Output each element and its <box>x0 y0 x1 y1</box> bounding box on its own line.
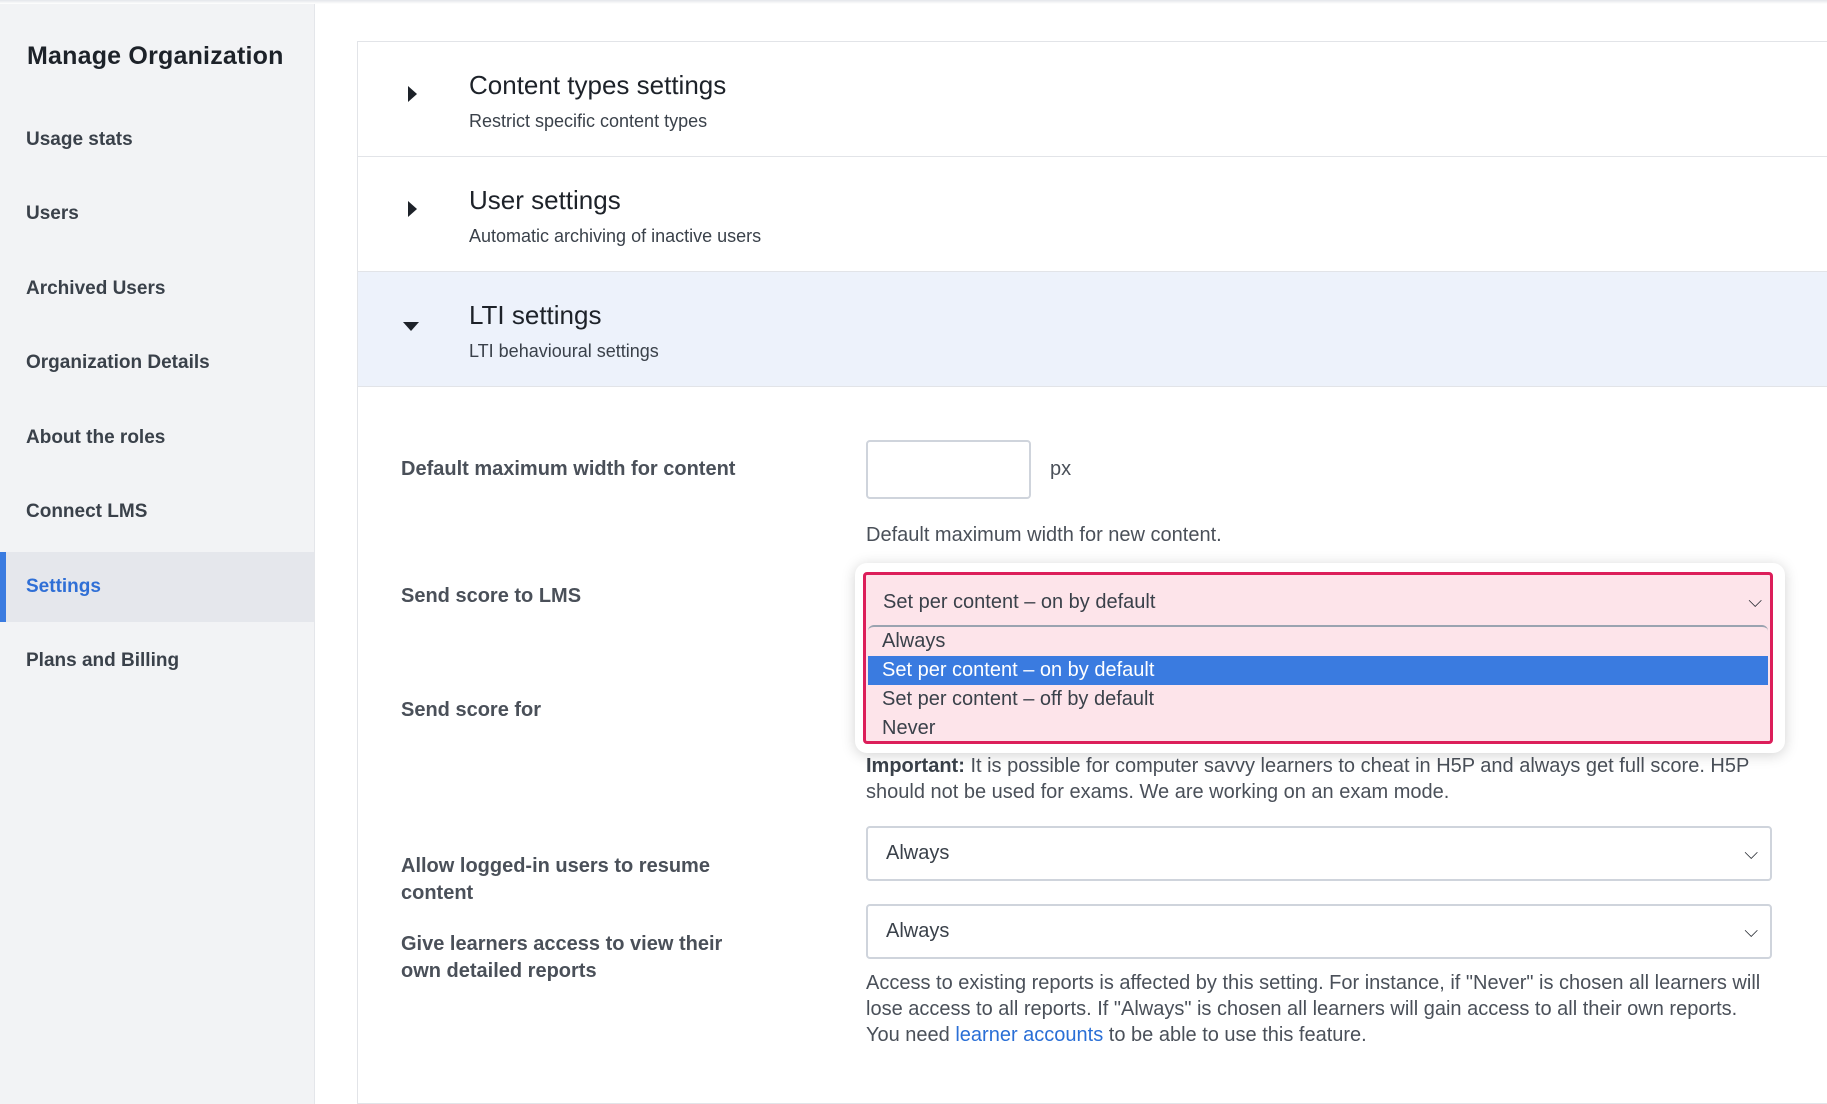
section-user-settings[interactable]: User settings Automatic archiving of ina… <box>358 157 1827 272</box>
sidebar: Manage Organization Usage stats Users Ar… <box>0 0 315 1104</box>
option-never[interactable]: Never <box>868 714 1768 743</box>
sidebar-item-plans-and-billing[interactable]: Plans and Billing <box>0 626 314 696</box>
section-subtitle: LTI behavioural settings <box>469 341 659 361</box>
caret-right-icon <box>408 86 417 102</box>
option-per-content-on[interactable]: Set per content – on by default <box>868 656 1768 685</box>
send-score-for-label: Send score for <box>401 699 542 721</box>
resume-select-value: Always <box>886 842 950 864</box>
max-width-unit: px <box>1050 458 1072 480</box>
max-width-label: Default maximum width for content <box>401 458 736 480</box>
warning-strong: Important: <box>866 755 965 777</box>
option-per-content-off[interactable]: Set per content – off by default <box>868 685 1768 714</box>
max-width-input[interactable] <box>866 440 1031 499</box>
send-score-select[interactable]: Set per content – on by default ⌵ <box>868 577 1768 627</box>
section-content-types-settings[interactable]: Content types settings Restrict specific… <box>358 42 1827 157</box>
sidebar-item-settings[interactable]: Settings <box>0 552 314 622</box>
cheating-warning: Important: It is possible for computer s… <box>866 753 1786 805</box>
resume-select[interactable]: Always ⌵ <box>866 826 1772 881</box>
sidebar-item-about-the-roles[interactable]: About the roles <box>0 403 314 473</box>
chevron-down-icon: ⌵ <box>1748 591 1762 611</box>
sidebar-title: Manage Organization <box>27 42 284 70</box>
top-shadow <box>0 0 1827 4</box>
section-subtitle: Automatic archiving of inactive users <box>469 226 762 246</box>
send-score-options: Always Set per content – on by default S… <box>868 625 1768 739</box>
warning-text: It is possible for computer savvy learne… <box>866 755 1749 803</box>
section-title: Content types settings <box>469 70 727 100</box>
send-score-select-highlight: Set per content – on by default ⌵ Always… <box>863 572 1773 744</box>
sidebar-item-archived-users[interactable]: Archived Users <box>0 254 314 324</box>
send-score-select-value: Set per content – on by default <box>883 591 1156 613</box>
chevron-down-icon: ⌵ <box>1744 843 1758 863</box>
sidebar-item-connect-lms[interactable]: Connect LMS <box>0 477 314 547</box>
section-lti-settings[interactable]: LTI settings LTI behavioural settings <box>358 272 1827 387</box>
sidebar-item-usage-stats[interactable]: Usage stats <box>0 105 314 175</box>
learner-accounts-link[interactable]: learner accounts <box>955 1024 1103 1046</box>
reports-select-value: Always <box>886 920 950 942</box>
chevron-down-icon: ⌵ <box>1744 921 1758 941</box>
reports-select[interactable]: Always ⌵ <box>866 904 1772 959</box>
option-always[interactable]: Always <box>868 627 1768 656</box>
resume-label: Allow logged-in users to resume content <box>401 855 710 904</box>
sidebar-item-users[interactable]: Users <box>0 179 314 249</box>
caret-right-icon <box>408 201 417 217</box>
reports-label: Give learners access to view their own d… <box>401 933 723 982</box>
caret-down-icon <box>403 322 419 331</box>
max-width-help: Default maximum width for new content. <box>866 524 1222 546</box>
section-subtitle: Restrict specific content types <box>469 111 708 131</box>
section-title: User settings <box>469 185 621 215</box>
reports-help-tail: to be able to use this feature. <box>1103 1024 1367 1046</box>
sidebar-item-organization-details[interactable]: Organization Details <box>0 328 314 398</box>
reports-help: Access to existing reports is affected b… <box>866 970 1766 1048</box>
section-title: LTI settings <box>469 300 602 330</box>
send-score-label: Send score to LMS <box>401 585 582 607</box>
